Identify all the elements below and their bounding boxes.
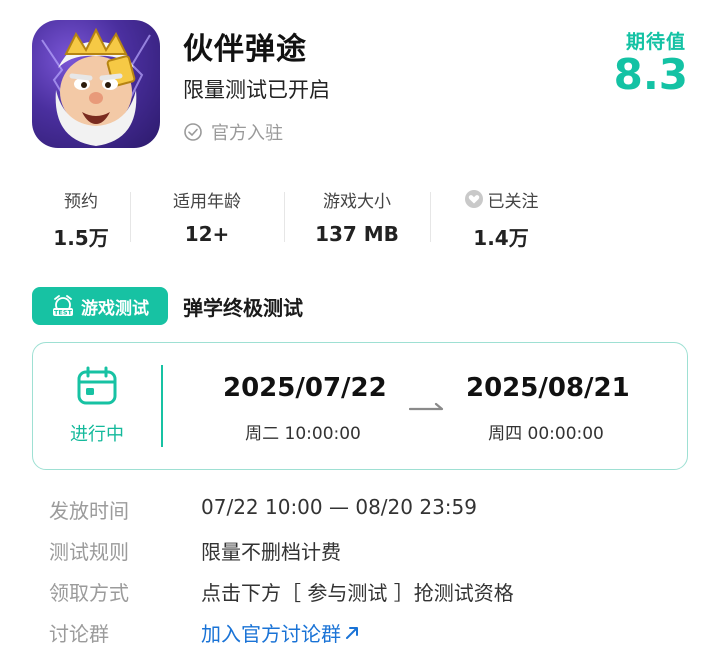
verified-label: 官方入驻	[211, 123, 283, 144]
stats-row: 预约 1.5万 适用年龄 12+ 游戏大小 137 MB 已关注 1.4万	[32, 186, 572, 252]
test-period-card: 进行中 2025/07/22 周二 10:00:00 2025/08/21 周四…	[32, 342, 688, 470]
detail-row-release-time: 发放时间 07/22 10:00 — 08/20 23:59	[49, 495, 477, 524]
detail-value: 07/22 10:00 — 08/20 23:59	[201, 495, 477, 519]
detail-label: 发放时间	[49, 499, 129, 523]
expectation-score: 8.3	[613, 50, 688, 99]
app-subtitle: 限量测试已开启	[183, 78, 330, 102]
stat-label: 预约	[64, 191, 98, 212]
stat-label: 适用年龄	[173, 191, 241, 212]
detail-value: 点击下方［ 参与测试 ］抢测试资格	[201, 581, 514, 605]
start-date-block: 2025/07/22 周二 10:00:00	[223, 373, 387, 444]
detail-row-claim-method: 领取方式 点击下方［ 参与测试 ］抢测试资格	[49, 577, 514, 606]
detail-label: 领取方式	[49, 581, 129, 605]
app-icon	[32, 20, 160, 148]
external-link-arrow-icon	[346, 626, 358, 639]
end-date-block: 2025/08/21 周四 00:00:00	[466, 373, 630, 444]
detail-row-discussion-group: 讨论群 加入官方讨论群	[49, 618, 361, 647]
stat-label-followed: 已关注	[464, 186, 539, 212]
test-tag-label: 游戏测试	[81, 298, 149, 319]
stat-value: 12+	[184, 222, 230, 246]
detail-value: 限量不删档计费	[201, 540, 341, 564]
heart-icon	[464, 190, 483, 208]
start-time: 周二 10:00:00	[245, 424, 361, 444]
status-block: 进行中	[33, 343, 161, 469]
stat-followers[interactable]: 已关注 1.4万	[430, 186, 572, 252]
game-test-tag: TEST 游戏测试	[32, 287, 168, 325]
end-time: 周四 00:00:00	[488, 424, 604, 444]
status-in-progress: 进行中	[70, 424, 124, 445]
calendar-icon	[77, 366, 117, 405]
stat-age-rating: 适用年龄 12+	[130, 186, 284, 252]
start-date: 2025/07/22	[223, 373, 387, 403]
verified-badge: 官方入驻	[183, 119, 283, 145]
stat-label: 已关注	[487, 191, 539, 212]
join-group-link[interactable]: 加入官方讨论群	[201, 618, 361, 647]
test-alarm-icon: TEST	[53, 295, 73, 317]
app-title: 伙伴弹途	[183, 32, 307, 67]
stat-value: 137 MB	[315, 222, 399, 246]
detail-label: 测试规则	[49, 540, 129, 564]
end-date: 2025/08/21	[466, 373, 630, 403]
stat-value: 1.5万	[53, 226, 109, 250]
stat-game-size: 游戏大小 137 MB	[284, 186, 430, 252]
stat-value: 1.4万	[473, 226, 529, 250]
stat-label: 游戏大小	[323, 191, 391, 212]
arrow-right-icon	[409, 402, 444, 411]
card-divider	[161, 365, 163, 447]
check-circle-icon	[184, 123, 202, 141]
detail-label: 讨论群	[49, 622, 109, 646]
detail-row-test-rules: 测试规则 限量不删档计费	[49, 536, 341, 565]
join-group-link-text[interactable]: 加入官方讨论群	[201, 618, 341, 647]
zeus-character-icon	[41, 27, 151, 146]
stat-reservations: 预约 1.5万	[32, 186, 130, 252]
test-name: 弹学终极测试	[183, 296, 303, 320]
svg-text:TEST: TEST	[54, 309, 73, 317]
